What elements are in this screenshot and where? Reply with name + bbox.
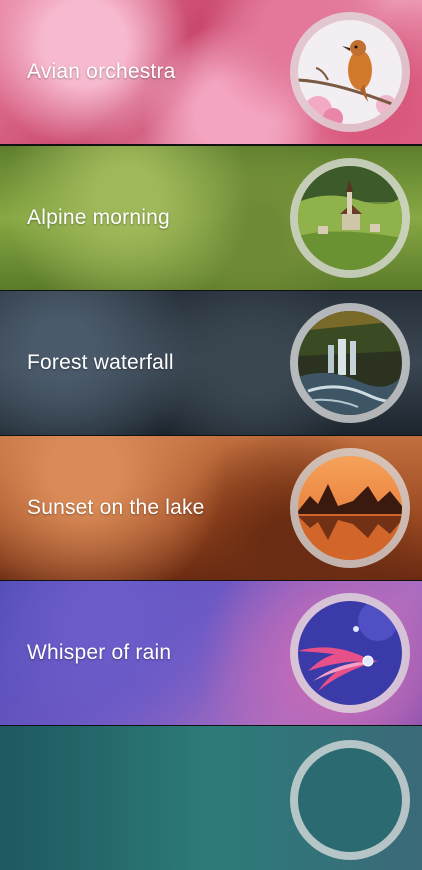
thumbnail-ring (290, 448, 410, 568)
raindrop-flower-icon (298, 601, 402, 705)
sound-item-alpine-morning[interactable]: Alpine morning (0, 146, 422, 290)
sound-item-label: Avian orchestra (27, 60, 176, 83)
thumbnail-ring (290, 12, 410, 132)
sound-item-whisper-of-rain[interactable]: Whisper of rain (0, 581, 422, 725)
alpine-village-icon (298, 166, 402, 270)
sound-item-forest-waterfall[interactable]: Forest waterfall (0, 291, 422, 435)
thumbnail-ring (290, 740, 410, 860)
sound-item-sunset-on-the-lake[interactable]: Sunset on the lake (0, 436, 422, 580)
lake-sunset-icon (298, 456, 402, 560)
sound-item-label: Alpine morning (27, 206, 170, 229)
sound-item-avian-orchestra[interactable]: Avian orchestra (0, 0, 422, 144)
thumbnail-ring (290, 158, 410, 278)
sound-item-label: Forest waterfall (27, 351, 174, 374)
sound-item-partial[interactable] (0, 726, 422, 870)
sound-item-label: Whisper of rain (27, 641, 172, 664)
next-thumbnail-icon (298, 748, 402, 852)
thumbnail-ring (290, 303, 410, 423)
sound-item-label: Sunset on the lake (27, 496, 205, 519)
bird-on-blossom-branch-icon (298, 20, 402, 124)
thumbnail-ring (290, 593, 410, 713)
sound-list: Avian orchestra Alpine morning Forest wa… (0, 0, 422, 870)
waterfall-icon (298, 311, 402, 415)
